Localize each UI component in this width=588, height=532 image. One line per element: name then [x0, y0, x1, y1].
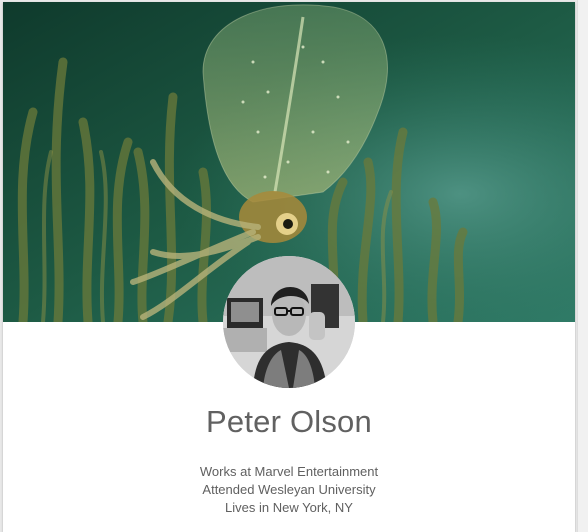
profile-card: Peter Olson Works at Marvel Entertainmen… [3, 2, 575, 532]
avatar-photo [223, 256, 355, 388]
profile-name: Peter Olson [206, 404, 372, 439]
vertical-scrollbar[interactable] [577, 0, 588, 532]
education-detail: Attended Wesleyan University [202, 482, 376, 497]
work-detail: Works at Marvel Entertainment [199, 464, 379, 479]
location-detail: Lives in New York, NY [225, 500, 353, 515]
profile-details: Works at Marvel Entertainment Attended W… [3, 463, 575, 517]
profile-avatar[interactable] [223, 256, 355, 388]
